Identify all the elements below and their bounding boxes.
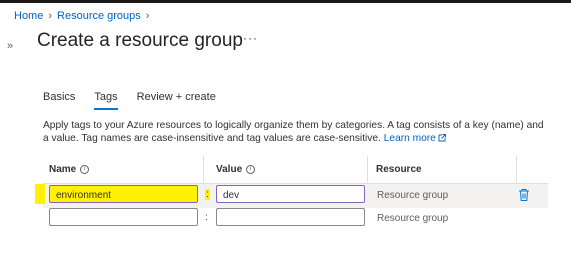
- breadcrumb-resource-groups-link[interactable]: Resource groups: [57, 10, 141, 22]
- top-bar: [0, 0, 571, 3]
- breadcrumb: Home › Resource groups ›: [14, 10, 149, 22]
- page-title: Create a resource group: [37, 30, 243, 51]
- breadcrumb-home-link[interactable]: Home: [14, 10, 43, 22]
- breadcrumb-separator: ›: [145, 10, 150, 22]
- highlight-mark: [35, 184, 45, 204]
- tab-tags[interactable]: Tags: [94, 91, 118, 110]
- column-header-value: Value i: [216, 156, 256, 182]
- resource-type-label: Resource group: [377, 190, 449, 201]
- tags-description: Apply tags to your Azure resources to lo…: [43, 119, 548, 145]
- info-icon[interactable]: i: [80, 164, 90, 174]
- learn-more-link[interactable]: Learn more: [384, 133, 446, 144]
- tab-review-create[interactable]: Review + create: [137, 91, 216, 108]
- column-header-value-label: Value: [216, 163, 243, 175]
- tag-name-input[interactable]: [49, 185, 198, 203]
- column-divider: [516, 156, 517, 182]
- key-value-separator: :: [205, 212, 208, 223]
- column-divider: [367, 156, 368, 182]
- tags-description-text: Apply tags to your Azure resources to lo…: [43, 120, 544, 144]
- tab-bar: Basics Tags Review + create: [43, 91, 235, 110]
- key-value-separator: :: [205, 189, 210, 200]
- breadcrumb-separator: ›: [48, 10, 53, 22]
- column-header-name: Name i: [49, 156, 90, 182]
- tag-value-input[interactable]: [216, 185, 365, 203]
- tab-basics[interactable]: Basics: [43, 91, 75, 108]
- column-divider: [203, 156, 204, 182]
- info-icon[interactable]: i: [246, 164, 256, 174]
- table-row: : Resource group: [43, 208, 548, 232]
- external-link-icon: [438, 134, 446, 142]
- table-row: : Resource group: [43, 184, 548, 208]
- resource-type-label: Resource group: [377, 213, 449, 224]
- trash-icon[interactable]: [518, 188, 530, 202]
- expand-menu-icon[interactable]: »: [7, 40, 13, 52]
- more-options-icon[interactable]: ···: [243, 31, 258, 45]
- learn-more-label: Learn more: [383, 133, 436, 144]
- column-header-resource: Resource: [376, 163, 422, 175]
- tag-name-input[interactable]: [49, 208, 198, 226]
- column-header-name-label: Name: [49, 163, 77, 175]
- tag-value-input[interactable]: [216, 208, 365, 226]
